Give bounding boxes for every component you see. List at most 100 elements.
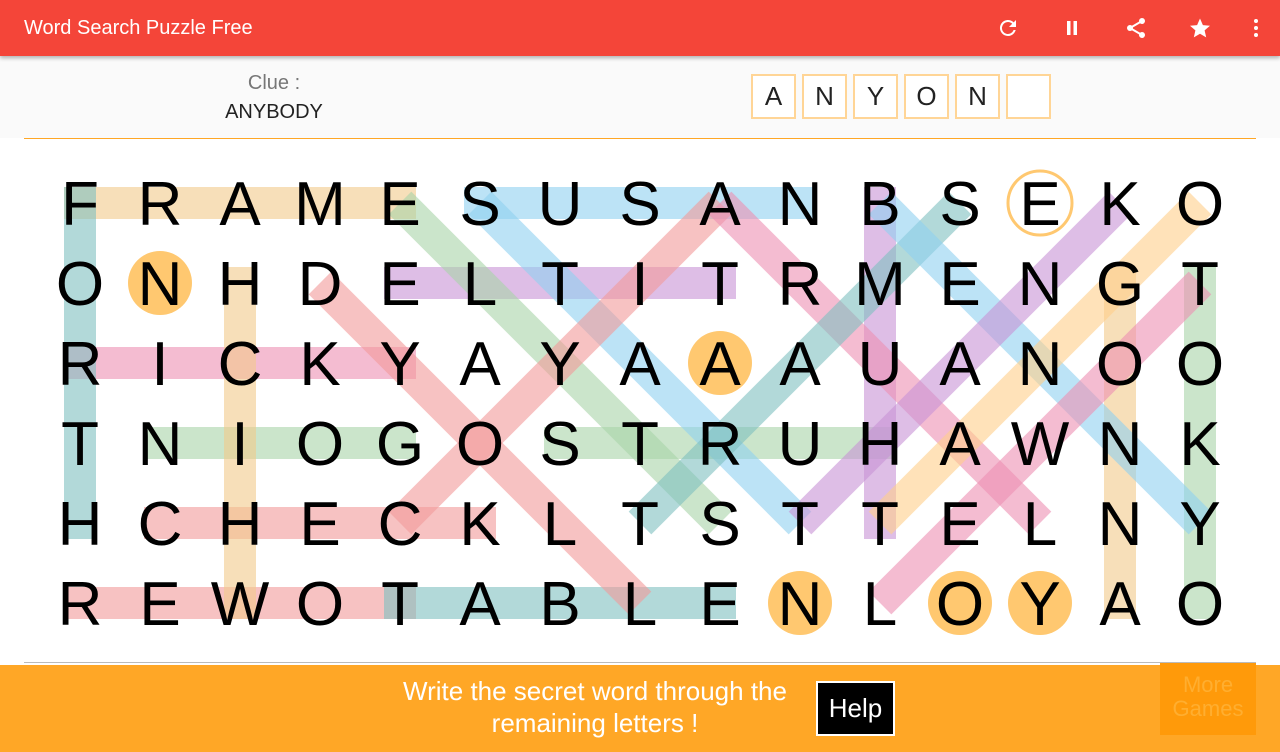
grid-letter[interactable]: T [701,250,739,319]
grid-letter[interactable]: A [219,170,261,239]
grid-letter[interactable]: E [939,250,980,319]
grid-letter[interactable]: A [619,330,661,399]
grid-letter[interactable]: O [1176,570,1224,639]
grid-letter[interactable]: U [858,330,903,399]
grid-letter[interactable]: C [218,330,263,399]
grid-letter[interactable]: O [296,570,344,639]
grid-letter[interactable]: R [778,250,823,319]
grid-letter[interactable]: L [463,250,497,319]
grid-letter[interactable]: R [58,570,103,639]
grid-letter[interactable]: N [1018,330,1063,399]
grid-letter[interactable]: N [778,170,823,239]
grid-letter[interactable]: O [1096,330,1144,399]
grid-letter[interactable]: O [1176,330,1224,399]
grid-letter[interactable]: I [631,250,648,319]
grid-letter[interactable]: S [939,170,980,239]
grid-letter[interactable]: D [298,250,343,319]
more-vert-icon[interactable] [1244,16,1268,40]
grid-letter[interactable]: G [1096,250,1144,319]
grid-letter[interactable]: A [459,330,501,399]
grid-letter[interactable]: Y [1179,490,1220,559]
grid-letter[interactable]: G [376,410,424,479]
grid-letter[interactable]: Y [1019,570,1060,639]
grid-letter[interactable]: E [299,490,340,559]
grid-letter[interactable]: T [541,250,579,319]
grid-letter[interactable]: F [61,170,99,239]
grid-letter[interactable]: B [859,170,900,239]
grid-letter[interactable]: H [218,250,263,319]
grid-letter[interactable]: O [936,570,984,639]
more-line: More [1182,672,1234,697]
grid-letter[interactable]: W [1011,410,1070,479]
grid-letter[interactable]: T [861,490,899,559]
grid-letter[interactable]: Y [379,330,420,399]
grid-letter[interactable]: T [621,410,659,479]
more-games-button[interactable]: More Games [1160,663,1256,735]
grid-letter[interactable]: N [778,570,823,639]
grid-letter[interactable]: H [858,410,903,479]
grid-letter[interactable]: T [781,490,819,559]
grid-letter[interactable]: R [138,170,183,239]
grid-letter[interactable]: N [1098,410,1143,479]
grid-letter[interactable]: E [699,570,740,639]
grid-letter[interactable]: U [538,170,583,239]
grid-letter[interactable]: E [379,250,420,319]
grid-letter[interactable]: R [698,410,743,479]
grid-letter[interactable]: T [621,490,659,559]
grid-letter[interactable]: K [1099,170,1140,239]
grid-letter[interactable]: A [459,570,501,639]
grid-letter[interactable]: H [58,490,103,559]
grid-letter[interactable]: N [138,410,183,479]
grid-letter[interactable]: K [299,330,340,399]
star-icon[interactable] [1188,16,1212,40]
grid-letter[interactable]: S [619,170,660,239]
grid-letter[interactable]: K [1179,410,1220,479]
grid-letter[interactable]: N [1098,490,1143,559]
letter-grid[interactable]: F R A M E S U S A N B S E K OO N H D E L T I T R M E N G TR I C K Y A Y A A A… [0,139,1280,662]
grid-letter[interactable]: K [459,490,500,559]
grid-letter[interactable]: I [231,410,248,479]
grid-letter[interactable]: M [854,250,906,319]
grid-letter[interactable]: A [939,330,981,399]
grid-letter[interactable]: T [1181,250,1219,319]
grid-letter[interactable]: C [138,490,183,559]
grid-letter[interactable]: H [218,490,263,559]
grid-letter[interactable]: S [459,170,500,239]
grid-letter[interactable]: N [1018,250,1063,319]
grid-letter[interactable]: O [1176,170,1224,239]
grid-letter[interactable]: M [294,170,346,239]
grid-letter[interactable]: L [623,570,657,639]
grid-letter[interactable]: O [456,410,504,479]
grid-letter[interactable]: A [1099,570,1141,639]
grid-letter[interactable]: O [56,250,104,319]
grid-letter[interactable]: S [699,490,740,559]
grid-letter[interactable]: B [539,570,580,639]
grid-letter[interactable]: A [939,410,981,479]
grid-letter[interactable]: L [863,570,897,639]
grid-letter[interactable]: C [378,490,423,559]
help-button[interactable]: Help [816,681,895,736]
grid-letter[interactable]: O [296,410,344,479]
refresh-icon[interactable] [996,16,1020,40]
grid-letter[interactable]: S [539,410,580,479]
grid-letter[interactable]: I [151,330,168,399]
grid-letter[interactable]: A [699,330,741,399]
grid-letter[interactable]: A [779,330,821,399]
share-icon[interactable] [1124,16,1148,40]
pause-icon[interactable] [1060,16,1084,40]
grid-letter[interactable]: L [543,490,577,559]
grid-letter[interactable]: L [1023,490,1057,559]
grid-letter[interactable]: Y [539,330,580,399]
grid-letter[interactable]: W [211,570,270,639]
grid-letter[interactable]: R [58,330,103,399]
grid-letter[interactable]: T [381,570,419,639]
grid-letter[interactable]: E [139,570,180,639]
grid-letter[interactable]: A [699,170,741,239]
grid-letter[interactable]: E [1019,170,1060,239]
grid-letter[interactable]: U [778,410,823,479]
answer-slot [1006,74,1051,119]
grid-letter[interactable]: N [138,250,183,319]
grid-letter[interactable]: E [939,490,980,559]
grid-letter[interactable]: E [379,170,420,239]
grid-letter[interactable]: T [61,410,99,479]
